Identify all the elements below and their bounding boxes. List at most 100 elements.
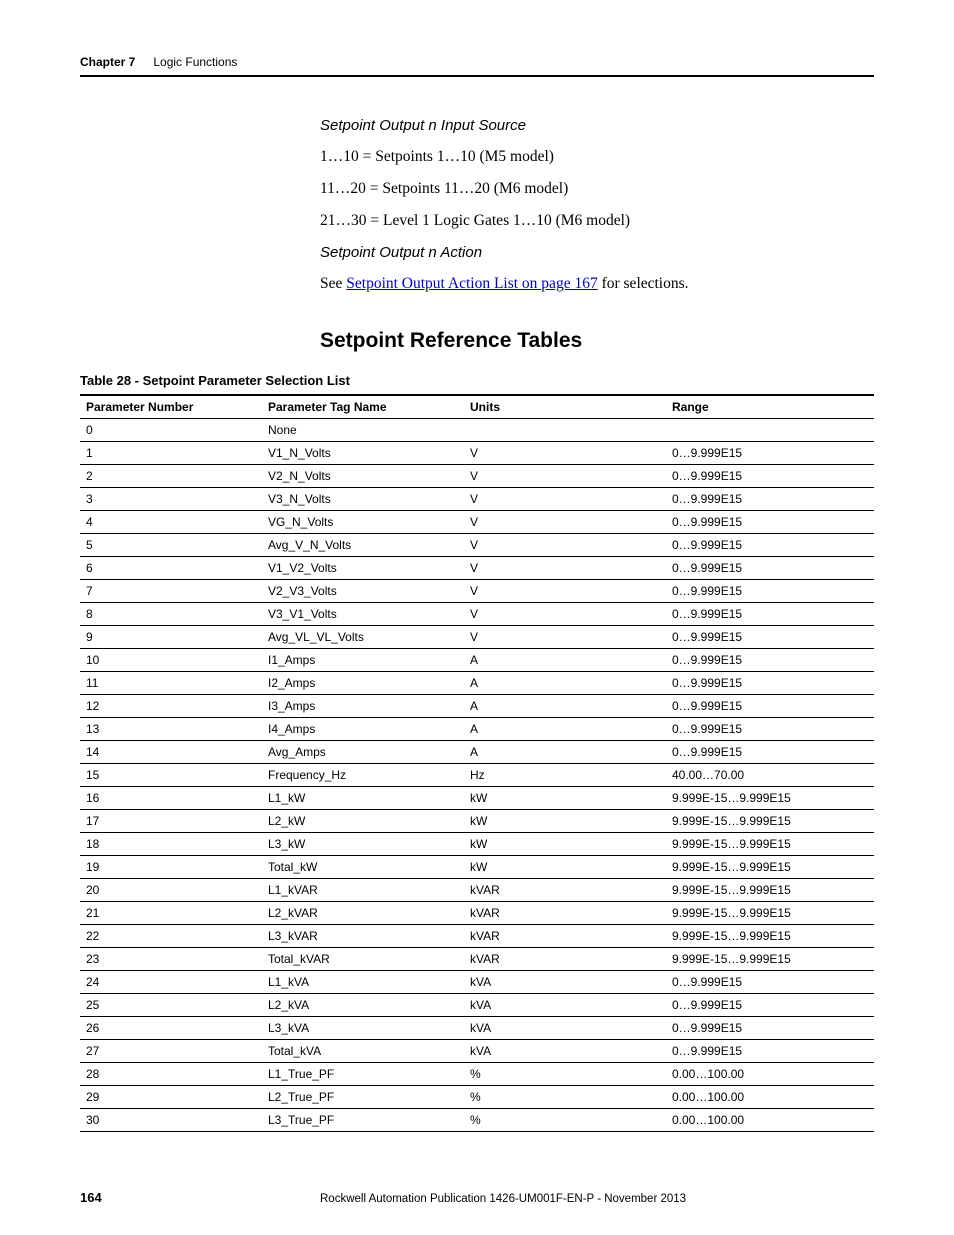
table-row: 4VG_N_VoltsV0…9.999E15 — [80, 511, 874, 534]
cell-parameter-tag: L2_True_PF — [262, 1086, 464, 1109]
cell-parameter-number: 1 — [80, 442, 262, 465]
cell-range: 9.999E-15…9.999E15 — [666, 856, 874, 879]
cell-units — [464, 419, 666, 442]
cell-parameter-tag: None — [262, 419, 464, 442]
cell-parameter-number: 17 — [80, 810, 262, 833]
cell-units: kW — [464, 833, 666, 856]
cell-range: 0…9.999E15 — [666, 1017, 874, 1040]
cell-parameter-number: 24 — [80, 971, 262, 994]
cell-parameter-number: 5 — [80, 534, 262, 557]
cell-parameter-number: 0 — [80, 419, 262, 442]
cell-parameter-tag: I3_Amps — [262, 695, 464, 718]
cell-units: A — [464, 695, 666, 718]
chapter-label: Chapter 7 — [80, 55, 135, 69]
cell-range: 0…9.999E15 — [666, 534, 874, 557]
cell-range: 9.999E-15…9.999E15 — [666, 879, 874, 902]
cell-range: 0…9.999E15 — [666, 580, 874, 603]
cell-units: V — [464, 603, 666, 626]
cell-parameter-tag: L2_kW — [262, 810, 464, 833]
cell-parameter-number: 9 — [80, 626, 262, 649]
cell-parameter-tag: V3_N_Volts — [262, 488, 464, 511]
cell-range: 9.999E-15…9.999E15 — [666, 925, 874, 948]
cell-parameter-number: 16 — [80, 787, 262, 810]
cell-parameter-number: 28 — [80, 1063, 262, 1086]
table-row: 23Total_kVARkVAR9.999E-15…9.999E15 — [80, 948, 874, 971]
cell-parameter-number: 8 — [80, 603, 262, 626]
cell-units: % — [464, 1109, 666, 1132]
cell-parameter-tag: VG_N_Volts — [262, 511, 464, 534]
col-header-units: Units — [464, 395, 666, 419]
cell-units: V — [464, 511, 666, 534]
cell-parameter-tag: V3_V1_Volts — [262, 603, 464, 626]
col-header-parameter-tag: Parameter Tag Name — [262, 395, 464, 419]
cell-parameter-tag: Total_kVA — [262, 1040, 464, 1063]
cell-units: kW — [464, 856, 666, 879]
cell-parameter-number: 23 — [80, 948, 262, 971]
cell-range: 0…9.999E15 — [666, 488, 874, 511]
table-row: 27Total_kVAkVA0…9.999E15 — [80, 1040, 874, 1063]
cell-parameter-tag: V2_N_Volts — [262, 465, 464, 488]
cell-parameter-tag: L2_kVA — [262, 994, 464, 1017]
cell-parameter-tag: I2_Amps — [262, 672, 464, 695]
table-row: 5Avg_V_N_VoltsV0…9.999E15 — [80, 534, 874, 557]
cell-parameter-number: 26 — [80, 1017, 262, 1040]
cell-units: V — [464, 442, 666, 465]
cell-units: kVAR — [464, 948, 666, 971]
col-header-range: Range — [666, 395, 874, 419]
page-footer: 164 Rockwell Automation Publication 1426… — [80, 1190, 874, 1205]
cell-range: 0.00…100.00 — [666, 1063, 874, 1086]
cell-parameter-tag: V2_V3_Volts — [262, 580, 464, 603]
publication-info: Rockwell Automation Publication 1426-UM0… — [320, 1193, 874, 1205]
text-line-3: 21…30 = Level 1 Logic Gates 1…10 (M6 mod… — [320, 212, 874, 230]
table-row: 12I3_AmpsA0…9.999E15 — [80, 695, 874, 718]
cell-parameter-number: 18 — [80, 833, 262, 856]
cross-reference-link[interactable]: Setpoint Output Action List on page 167 — [346, 275, 597, 292]
cell-parameter-tag: L1_kW — [262, 787, 464, 810]
table-row: 8V3_V1_VoltsV0…9.999E15 — [80, 603, 874, 626]
cell-range: 0…9.999E15 — [666, 603, 874, 626]
cell-parameter-tag: L3_kVA — [262, 1017, 464, 1040]
cell-parameter-tag: L1_True_PF — [262, 1063, 464, 1086]
table-row: 10I1_AmpsA0…9.999E15 — [80, 649, 874, 672]
cell-units: V — [464, 557, 666, 580]
cell-parameter-number: 30 — [80, 1109, 262, 1132]
cell-units: V — [464, 534, 666, 557]
cell-range: 9.999E-15…9.999E15 — [666, 787, 874, 810]
table-row: 20L1_kVARkVAR9.999E-15…9.999E15 — [80, 879, 874, 902]
text-line-2: 11…20 = Setpoints 11…20 (M6 model) — [320, 180, 874, 198]
table-row: 26L3_kVAkVA0…9.999E15 — [80, 1017, 874, 1040]
cell-parameter-number: 10 — [80, 649, 262, 672]
cell-parameter-tag: L3_kVAR — [262, 925, 464, 948]
cell-parameter-number: 21 — [80, 902, 262, 925]
table-row: 14Avg_AmpsA0…9.999E15 — [80, 741, 874, 764]
cell-parameter-number: 20 — [80, 879, 262, 902]
cell-range: 0…9.999E15 — [666, 1040, 874, 1063]
cell-units: % — [464, 1086, 666, 1109]
cell-range: 0…9.999E15 — [666, 971, 874, 994]
cell-parameter-tag: Total_kW — [262, 856, 464, 879]
subheading-action: Setpoint Output n Action — [320, 244, 874, 261]
cell-range: 9.999E-15…9.999E15 — [666, 948, 874, 971]
cell-units: kVA — [464, 971, 666, 994]
see-suffix: for selections. — [598, 275, 689, 292]
table-row: 3V3_N_VoltsV0…9.999E15 — [80, 488, 874, 511]
cell-units: V — [464, 626, 666, 649]
cell-units: Hz — [464, 764, 666, 787]
cell-units: kVAR — [464, 925, 666, 948]
table-row: 9Avg_VL_VL_VoltsV0…9.999E15 — [80, 626, 874, 649]
cell-units: kVA — [464, 1017, 666, 1040]
table-row: 30L3_True_PF%0.00…100.00 — [80, 1109, 874, 1132]
table-row: 25L2_kVAkVA0…9.999E15 — [80, 994, 874, 1017]
table-row: 21L2_kVARkVAR9.999E-15…9.999E15 — [80, 902, 874, 925]
cell-parameter-number: 13 — [80, 718, 262, 741]
cell-units: kVAR — [464, 879, 666, 902]
section-heading: Setpoint Reference Tables — [320, 329, 874, 353]
table-row: 13I4_AmpsA0…9.999E15 — [80, 718, 874, 741]
table-row: 24L1_kVAkVA0…9.999E15 — [80, 971, 874, 994]
cell-parameter-number: 15 — [80, 764, 262, 787]
cell-range: 0…9.999E15 — [666, 994, 874, 1017]
table-row: 17L2_kWkW9.999E-15…9.999E15 — [80, 810, 874, 833]
table-row: 11I2_AmpsA0…9.999E15 — [80, 672, 874, 695]
cell-range: 0…9.999E15 — [666, 511, 874, 534]
table-row: 6V1_V2_VoltsV0…9.999E15 — [80, 557, 874, 580]
